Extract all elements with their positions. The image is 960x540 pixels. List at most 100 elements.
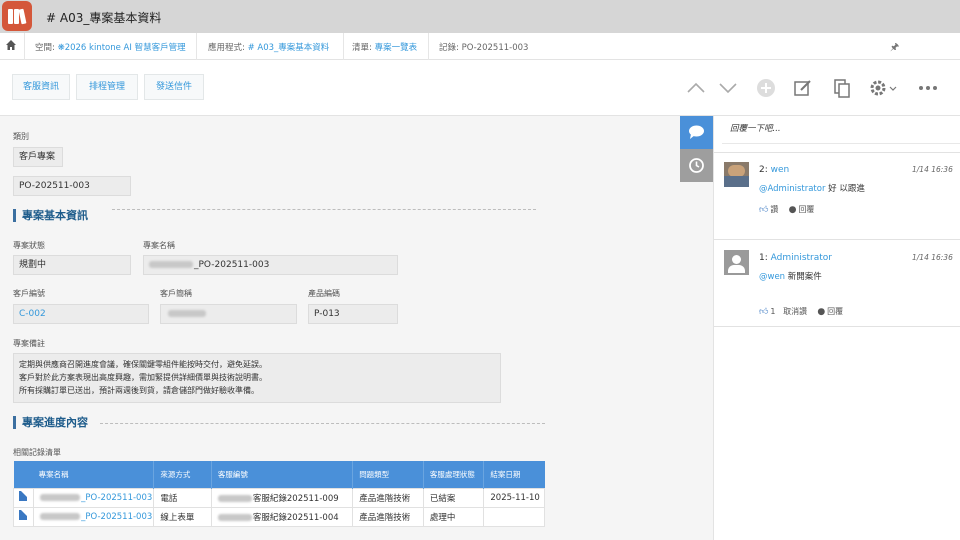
schedule-button[interactable]: 排程管理 [76, 74, 138, 100]
redacted-text [168, 310, 206, 317]
app-icon[interactable] [2, 1, 32, 31]
breadcrumb-record: 記錄: PO-202511-003 [439, 43, 529, 53]
comment-actions: 👍︎ 1 取消讚 ● 回覆 [759, 306, 843, 317]
product-code-label: 產品編碼 [308, 289, 340, 298]
related-records-label: 相關記錄清單 [13, 448, 61, 457]
group-divider [112, 209, 536, 210]
breadcrumb: 空間: ❋2026 kintone AI 智慧客戶管理 應用程式: # A03_… [0, 33, 960, 60]
comment-author[interactable]: 2: wen [759, 165, 789, 175]
notes-value: 定期與供應商召開進度會議，確保關鍵零組件能按時交付，避免延誤。 客戶對於此方案表… [13, 353, 501, 403]
thumbs-up-icon: 👍︎ [759, 307, 769, 317]
breadcrumb-app[interactable]: 應用程式: # A03_專案基本資料 [208, 41, 329, 53]
app-header: # A03_專案基本資料 [0, 0, 960, 33]
type-cell: 產品進階技術 [352, 506, 424, 527]
status-cell: 已結案 [422, 487, 485, 508]
table-header: 客服編號 [211, 461, 354, 488]
chevron-down-icon[interactable] [718, 78, 738, 98]
notes-label: 專案備註 [13, 339, 45, 348]
side-tabs [680, 116, 713, 540]
table-header: 客服處理狀態 [423, 461, 485, 488]
project-name-label: 專案名稱 [143, 241, 175, 250]
closed-date-cell [483, 506, 545, 527]
table-header: 結案日期 [483, 461, 545, 488]
document-icon[interactable] [19, 491, 27, 501]
add-icon[interactable] [756, 78, 776, 98]
comment-body: @Administrator 好 以跟進 [759, 184, 865, 194]
more-icon[interactable] [918, 78, 938, 98]
status-value: 規劃中 [13, 255, 131, 275]
comment-icon [689, 125, 704, 139]
comment-time: 1/14 16:36 [912, 165, 953, 174]
status-cell: 處理中 [422, 506, 485, 527]
comment-author[interactable]: 1: Administrator [759, 253, 832, 263]
customer-id-link[interactable]: C-002 [13, 304, 149, 324]
comment-actions: 👍︎ 讚 ● 回覆 [759, 204, 814, 215]
action-bar: 客服資訊 排程管理 發送信件 [0, 60, 960, 116]
table-header: 問題類型 [352, 461, 424, 488]
unlike-button[interactable]: 取消讚 [783, 307, 807, 316]
record-number-value: PO-202511-003 [13, 176, 131, 196]
comment-input[interactable]: 回覆一下吧... [722, 116, 960, 144]
like-button[interactable]: 👍︎ 讚 [759, 205, 778, 215]
table-header-icon [13, 461, 34, 488]
group-basic-info-title: 專案基本資訊 [13, 209, 88, 222]
edit-icon[interactable] [793, 78, 813, 98]
customer-id-label: 客戶編號 [13, 289, 45, 298]
avatar[interactable] [724, 162, 749, 187]
app-title: # A03_專案基本資料 [46, 11, 162, 25]
related-records-table: 專案名稱 來源方式 客服編號 問題類型 客服處理狀態 結案日期 _PO-2025… [12, 461, 545, 527]
reply-button[interactable]: ● 回覆 [817, 307, 843, 317]
record-detail-cell[interactable] [12, 506, 35, 527]
table-header: 來源方式 [153, 461, 212, 488]
comment-time: 1/14 16:36 [912, 253, 953, 262]
product-code-value: P-013 [308, 304, 398, 324]
breadcrumb-list[interactable]: 清單: 專案一覽表 [352, 41, 417, 53]
thumbs-up-icon: 👍︎ [759, 205, 769, 215]
tab-history[interactable] [680, 149, 713, 182]
chevron-up-icon[interactable] [686, 78, 706, 98]
pin-icon[interactable]: 🖈 [890, 40, 899, 57]
redacted-text [40, 493, 81, 501]
redacted-text [217, 494, 252, 502]
table-row[interactable]: _PO-202511-003 電話 客服紀錄202511-009 產品進階技術 … [12, 487, 545, 508]
closed-date-cell: 2025-11-10 [483, 487, 545, 508]
document-icon[interactable] [19, 510, 27, 520]
copy-icon[interactable] [832, 78, 852, 98]
tab-comments[interactable] [680, 116, 713, 149]
record-detail-cell[interactable] [12, 487, 35, 508]
comments-panel: 回覆一下吧... 2: wen 1/14 16:36 @Administrato… [713, 116, 960, 540]
table-header-row: 專案名稱 來源方式 客服編號 問題類型 客服處理狀態 結案日期 [13, 461, 545, 488]
reply-button[interactable]: ● 回覆 [788, 205, 815, 215]
avatar[interactable] [724, 250, 749, 275]
record-form: 類別 客戶專案 PO-202511-003 專案基本資訊 專案狀態 規劃中 專案… [0, 116, 680, 540]
source-cell: 電話 [153, 487, 212, 508]
breadcrumb-space[interactable]: 空間: ❋2026 kintone AI 智慧客戶管理 [35, 41, 186, 53]
category-label: 類別 [13, 132, 29, 141]
group-divider [100, 423, 545, 424]
redacted-text [40, 512, 81, 520]
table-row[interactable]: _PO-202511-003 線上表單 客服紀錄202511-004 產品進階技… [12, 506, 545, 527]
comment-body: @wen 新開案件 [759, 272, 822, 282]
ticket-cell: 客服紀錄202511-004 [210, 506, 354, 527]
history-icon [689, 158, 704, 173]
like-count[interactable]: 👍︎ 1 [759, 307, 776, 317]
gear-icon[interactable] [868, 78, 888, 98]
reply-icon: ● [788, 205, 797, 215]
customer-short-label: 客戶簡稱 [160, 289, 192, 298]
status-label: 專案狀態 [13, 241, 45, 250]
redacted-text [217, 513, 252, 521]
type-cell: 產品進階技術 [352, 487, 424, 508]
source-cell: 線上表單 [153, 506, 212, 527]
ticket-cell: 客服紀錄202511-009 [210, 487, 354, 508]
customer-service-button[interactable]: 客服資訊 [12, 74, 70, 100]
group-progress-title: 專案進度內容 [13, 416, 88, 429]
comment-divider [714, 326, 960, 327]
home-icon[interactable] [6, 40, 16, 50]
project-name-cell[interactable]: _PO-202511-003 [33, 487, 155, 508]
gear-dropdown-icon[interactable] [888, 78, 898, 98]
project-name-cell[interactable]: _PO-202511-003 [33, 506, 155, 527]
comment-divider [714, 152, 960, 153]
project-name-value: _PO-202511-003 [143, 255, 398, 275]
category-value: 客戶專案 [13, 147, 63, 167]
send-mail-button[interactable]: 發送信件 [144, 74, 204, 100]
